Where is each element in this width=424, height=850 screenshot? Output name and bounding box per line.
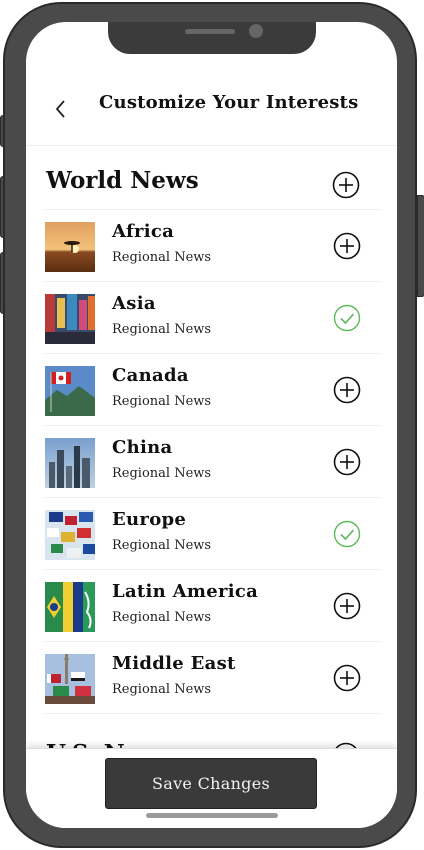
topic-subtitle: Regional News <box>112 610 212 625</box>
topic-thumbnail <box>45 222 95 272</box>
topic-name: Middle East <box>112 653 236 674</box>
topic-subtitle: Regional News <box>112 394 212 409</box>
topic-name: Asia <box>112 293 156 314</box>
topic-row-asia[interactable]: Asia Regional News <box>44 281 381 353</box>
power-button <box>417 195 424 297</box>
plus-circle-icon <box>333 592 361 620</box>
topic-row-middle-east[interactable]: Middle East Regional News <box>44 641 381 714</box>
camera <box>249 24 263 38</box>
topic-row-latin-america[interactable]: Latin America Regional News <box>44 569 381 641</box>
topic-subtitle: Regional News <box>112 466 212 481</box>
remove-topic-button[interactable] <box>333 520 361 548</box>
topic-list: Africa Regional News Asia Regional News … <box>44 209 381 714</box>
topic-name: Africa <box>112 221 175 242</box>
topic-name: Canada <box>112 365 189 386</box>
add-topic-button[interactable] <box>333 232 361 260</box>
check-circle-icon <box>333 520 361 548</box>
topic-row-europe[interactable]: Europe Regional News <box>44 497 381 569</box>
plus-circle-icon <box>333 448 361 476</box>
add-topic-button[interactable] <box>333 592 361 620</box>
add-section-button[interactable] <box>332 171 360 203</box>
speaker <box>185 29 235 34</box>
plus-circle-icon <box>333 376 361 404</box>
plus-circle-icon <box>333 232 361 260</box>
screen: Customize Your Interests World News Afri… <box>26 22 397 828</box>
notch <box>108 22 316 54</box>
topic-thumbnail <box>45 294 95 344</box>
home-indicator[interactable] <box>146 813 278 818</box>
add-topic-button[interactable] <box>333 448 361 476</box>
topic-thumbnail <box>45 510 95 560</box>
topic-row-africa[interactable]: Africa Regional News <box>44 209 381 281</box>
header: Customize Your Interests <box>26 77 397 146</box>
section-header-world-news: World News <box>46 159 381 209</box>
back-button[interactable] <box>53 97 69 121</box>
topic-subtitle: Regional News <box>112 322 212 337</box>
topic-thumbnail <box>45 582 95 632</box>
topic-subtitle: Regional News <box>112 538 212 553</box>
section-title: World News <box>46 167 199 194</box>
plus-circle-icon <box>332 171 360 199</box>
remove-topic-button[interactable] <box>333 304 361 332</box>
topic-name: Latin America <box>112 581 259 602</box>
topic-name: China <box>112 437 173 458</box>
topic-subtitle: Regional News <box>112 682 212 697</box>
topic-thumbnail <box>45 366 95 416</box>
topic-thumbnail <box>45 438 95 488</box>
save-changes-button[interactable]: Save Changes <box>105 758 317 809</box>
topic-thumbnail <box>45 654 95 704</box>
add-topic-button[interactable] <box>333 664 361 692</box>
plus-circle-icon <box>333 664 361 692</box>
topic-row-china[interactable]: China Regional News <box>44 425 381 497</box>
footer: Save Changes <box>26 748 397 828</box>
chevron-left-icon <box>55 100 65 118</box>
check-circle-icon <box>333 304 361 332</box>
topic-row-canada[interactable]: Canada Regional News <box>44 353 381 425</box>
add-topic-button[interactable] <box>333 376 361 404</box>
topic-name: Europe <box>112 509 187 530</box>
page-title: Customize Your Interests <box>99 92 359 113</box>
topic-subtitle: Regional News <box>112 250 212 265</box>
